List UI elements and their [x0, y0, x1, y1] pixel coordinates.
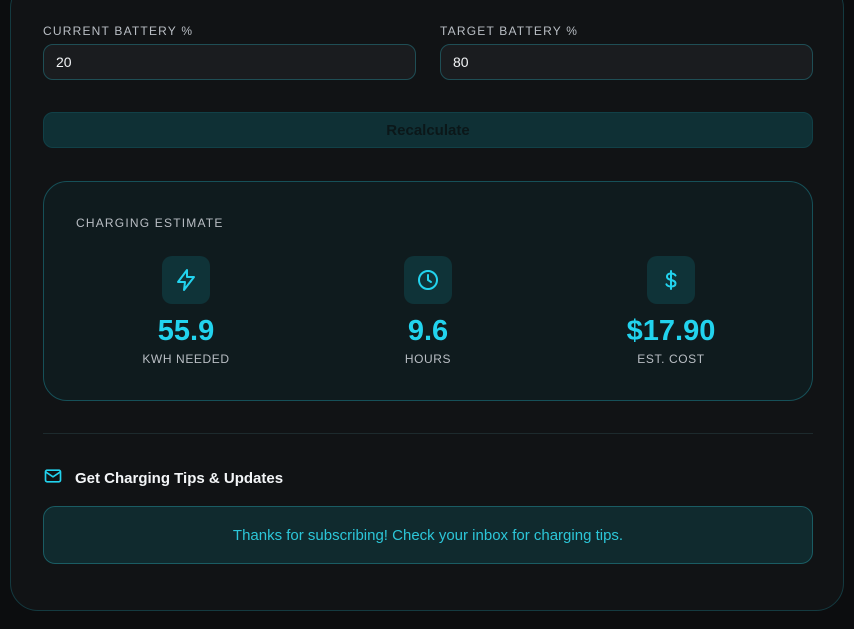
dollar-icon [647, 256, 695, 304]
kwh-label: KWH NEEDED [142, 352, 230, 366]
kwh-value: 55.9 [157, 315, 215, 347]
recalculate-button[interactable]: Recalculate [43, 112, 813, 148]
lightning-icon [162, 256, 210, 304]
hours-label: HOURS [404, 352, 452, 366]
cost-label: EST. COST [637, 352, 705, 366]
hours-value: 9.6 [407, 315, 449, 347]
current-battery-input[interactable]: 20 [43, 44, 416, 80]
subscribe-success-message: Thanks for subscribing! Check your inbox… [43, 506, 813, 564]
clock-icon [404, 256, 452, 304]
mail-icon [43, 466, 63, 491]
target-battery-input[interactable]: 80 [440, 44, 813, 80]
metric-cost: $17.90 EST. COST [571, 256, 771, 366]
current-battery-label: CURRENT BATTERY % [43, 24, 194, 38]
metric-kwh: 55.9 KWH NEEDED [86, 256, 286, 366]
cost-value: $17.90 [626, 315, 716, 347]
target-battery-label: TARGET BATTERY % [440, 24, 579, 38]
charging-estimate-panel: CHARGING ESTIMATE 55.9 KWH NEEDED 9.6 HO… [43, 181, 813, 401]
section-divider [43, 433, 813, 434]
newsletter-header: Get Charging Tips & Updates [43, 466, 283, 491]
estimate-title: CHARGING ESTIMATE [76, 216, 224, 230]
newsletter-title: Get Charging Tips & Updates [75, 470, 284, 487]
metric-hours: 9.6 HOURS [328, 256, 528, 366]
